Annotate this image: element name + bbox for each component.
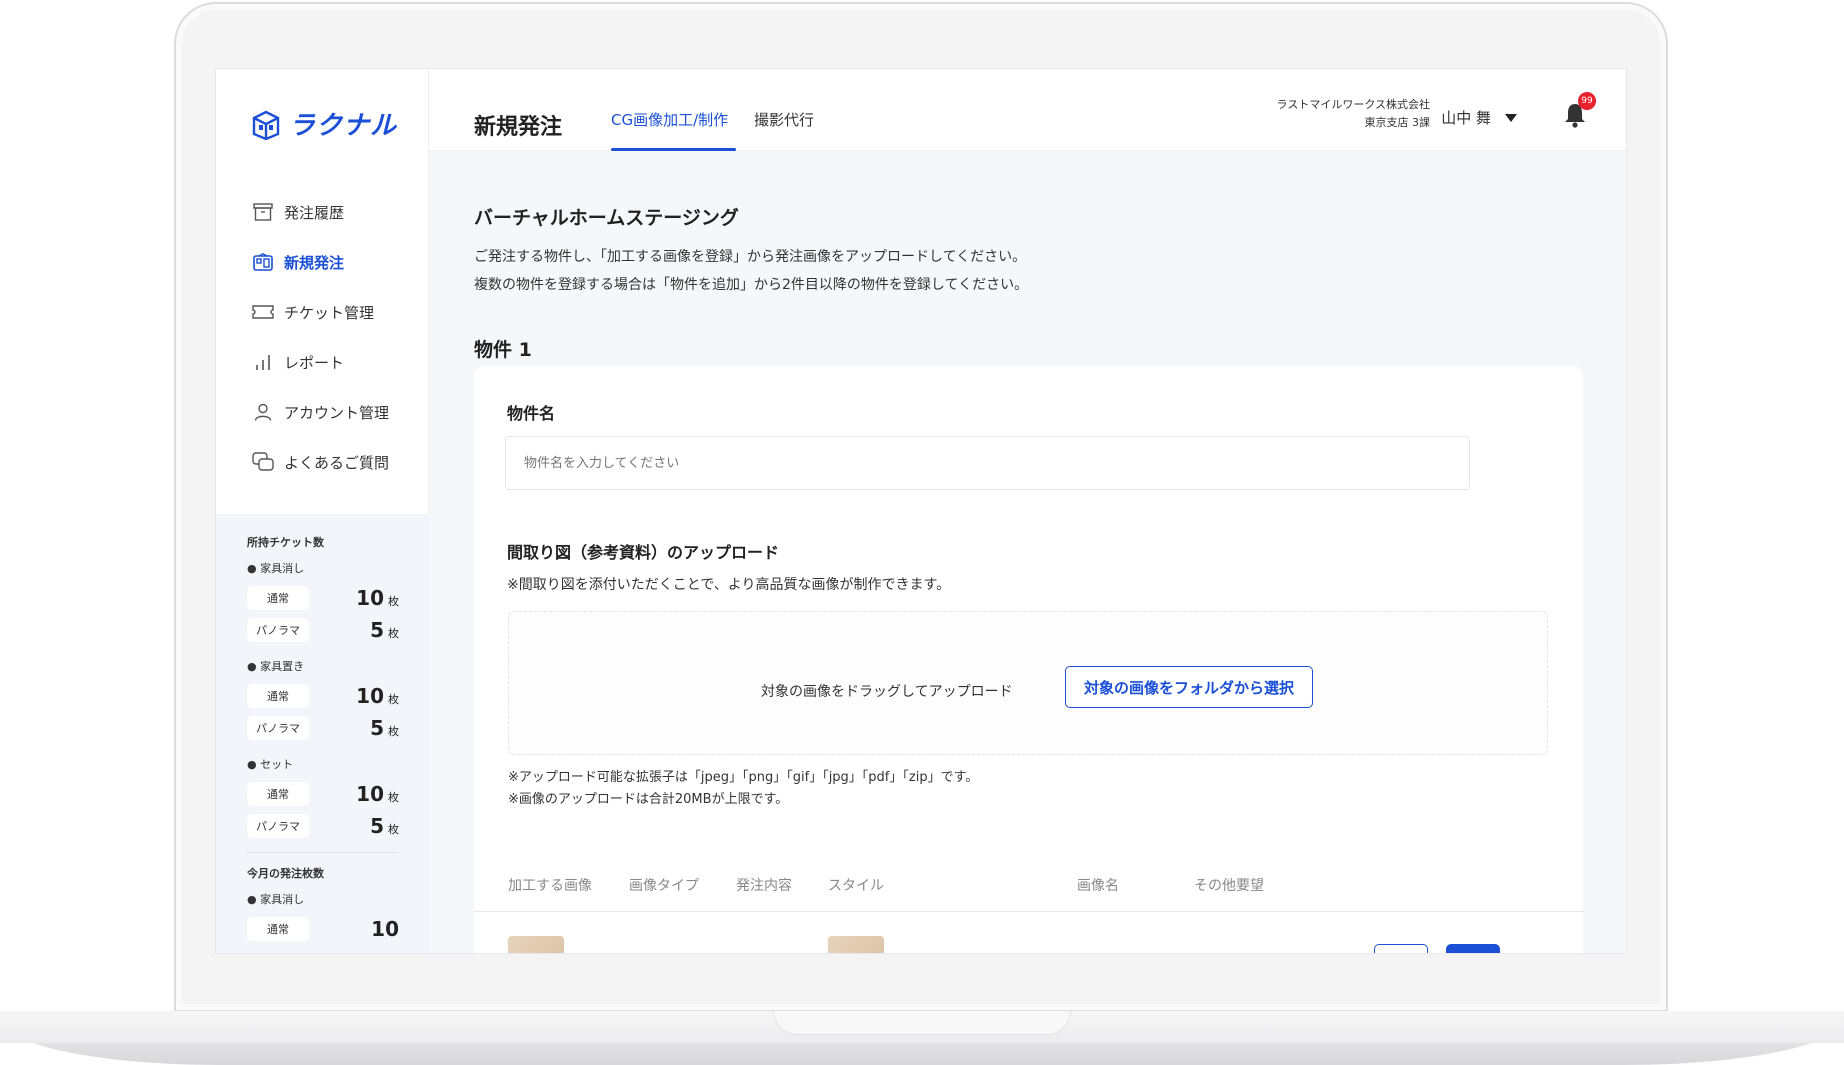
- property-name-input[interactable]: [505, 436, 1470, 490]
- box-logo-icon: [252, 110, 280, 140]
- sidebar-item-ticket-management[interactable]: チケット管理: [252, 287, 389, 337]
- caret-down-icon: [1505, 113, 1517, 122]
- building-icon: [252, 251, 274, 273]
- ticket-row: パノラマ 5枚: [247, 614, 399, 646]
- column-header-image-type: 画像タイプ: [629, 878, 699, 894]
- ticket-count: 5枚: [370, 814, 399, 838]
- row-secondary-button[interactable]: [1374, 944, 1428, 953]
- ticket-category: ● 家具置き: [247, 660, 305, 673]
- laptop-notch: [773, 1011, 1071, 1035]
- ticket-type-pill: 通常: [247, 917, 309, 941]
- ticket-count: 5枚: [370, 716, 399, 740]
- sidebar-item-account-management[interactable]: アカウント管理: [252, 387, 389, 437]
- branch-name: 東京支店 3課: [1364, 116, 1431, 129]
- ticket-type-pill: パノラマ: [247, 716, 309, 740]
- ticket-icon: [252, 301, 274, 323]
- image-thumbnail[interactable]: [508, 936, 564, 953]
- sidebar-item-label: 新規発注: [284, 253, 345, 272]
- property-title: 物件 1: [474, 339, 532, 361]
- ticket-row: 通常 10 枚: [247, 778, 399, 810]
- ticket-category: ● セット: [247, 758, 294, 771]
- column-header-order-content: 発注内容: [736, 878, 792, 894]
- style-thumbnail[interactable]: [828, 936, 884, 953]
- property-card: 物件名 間取り図（参考資料）のアップロード ※間取り図を添付いただくことで、より…: [474, 366, 1583, 953]
- sidebar-item-new-order[interactable]: 新規発注: [252, 237, 389, 287]
- archive-box-icon: [252, 201, 274, 223]
- ticket-row: 通常 10 枚: [247, 582, 399, 614]
- dropzone-text: 対象の画像をドラッグしてアップロード: [761, 684, 1013, 700]
- ticket-row: パノラマ 5枚: [247, 712, 399, 744]
- floorplan-note: ※間取り図を添付いただくことで、より高品質な画像が制作できます。: [507, 577, 951, 593]
- user-name: 山中 舞: [1441, 109, 1491, 127]
- ticket-row: 通常 10: [247, 913, 399, 945]
- sidebar-item-label: アカウント管理: [284, 403, 390, 422]
- ticket-type-pill: パノラマ: [247, 814, 309, 838]
- main-content: バーチャルホームステージング ご発注する物件し、「加工する画像を登録」から発注画…: [429, 151, 1626, 953]
- property-name-label: 物件名: [507, 404, 556, 423]
- logo-text: ラクナル: [289, 111, 398, 141]
- chat-bubbles-icon: [252, 451, 274, 473]
- description-line: 複数の物件を登録する場合は「物件を追加」から2件目以降の物件を登録してください。: [474, 277, 1029, 293]
- row-primary-button[interactable]: [1446, 944, 1500, 953]
- table-divider: [474, 911, 1583, 912]
- company-info: ラストマイルワークス株式会社 東京支店 3課: [1277, 96, 1430, 132]
- upload-dropzone[interactable]: 対象の画像をドラッグしてアップロード 対象の画像をフォルダから選択: [508, 611, 1548, 755]
- sidebar-item-label: 発注履歴: [284, 203, 345, 222]
- top-header: 新規発注 CG画像加工/制作 撮影代行 ラストマイルワークス株式会社 東京支店 …: [429, 69, 1626, 151]
- user-icon: [252, 401, 274, 423]
- ticket-type-pill: 通常: [247, 586, 309, 610]
- floorplan-upload-label: 間取り図（参考資料）のアップロード: [507, 543, 780, 562]
- section-title: バーチャルホームステージング: [474, 207, 739, 229]
- ticket-count: 10 枚: [356, 586, 399, 610]
- app-screen: ラクナル 発注履歴 新規発注 チケット管理 レポート アカウント管理 よくあるご…: [215, 68, 1627, 954]
- ticket-type-pill: パノラマ: [247, 618, 309, 642]
- size-limit-note: ※画像のアップロードは合計20MBが上限です。: [508, 792, 789, 807]
- column-header-other-requests: その他要望: [1194, 878, 1264, 894]
- description-line: ご発注する物件し、「加工する画像を登録」から発注画像をアップロードしてください。: [474, 249, 1027, 265]
- notification-badge: 99: [1578, 92, 1596, 110]
- ticket-count: 10 枚: [356, 684, 399, 708]
- column-header-image-name: 画像名: [1077, 878, 1119, 894]
- column-header-image: 加工する画像: [508, 878, 592, 894]
- sidebar: ラクナル 発注履歴 新規発注 チケット管理 レポート アカウント管理 よくあるご…: [216, 69, 429, 953]
- page-title: 新規発注: [474, 115, 563, 140]
- company-name: ラストマイルワークス株式会社: [1276, 98, 1430, 111]
- monthly-heading: 今月の発注枚数: [247, 867, 324, 880]
- logo[interactable]: ラクナル: [249, 105, 397, 142]
- ticket-category: ● 家具消し: [247, 562, 305, 575]
- sidebar-item-order-history[interactable]: 発注履歴: [252, 187, 389, 237]
- sidebar-item-report[interactable]: レポート: [252, 337, 389, 387]
- ticket-row: パノラマ 5枚: [247, 810, 399, 842]
- tab-photo-shooting[interactable]: 撮影代行: [754, 109, 814, 130]
- ticket-count: 10: [371, 917, 399, 941]
- description: ご発注する物件し、「加工する画像を登録」から発注画像をアップロードしてください。…: [474, 243, 1028, 299]
- ticket-row: 通常 10 枚: [247, 680, 399, 712]
- ticket-summary: 所持チケット数 ● 家具消し 通常 10 枚 パノラマ 5枚 ● 家具置き 通常 …: [216, 514, 429, 953]
- ticket-type-pill: 通常: [247, 684, 309, 708]
- ticket-count: 5枚: [370, 618, 399, 642]
- ticket-count: 10 枚: [356, 782, 399, 806]
- select-from-folder-button[interactable]: 対象の画像をフォルダから選択: [1065, 666, 1313, 708]
- ticket-type-pill: 通常: [247, 782, 309, 806]
- sidebar-item-label: レポート: [284, 353, 345, 372]
- upload-notes: ※アップロード可能な拡張子は「jpeg」「png」「gif」「jpg」「pdf」…: [508, 767, 978, 811]
- sidebar-nav: 発注履歴 新規発注 チケット管理 レポート アカウント管理 よくあるご質問: [252, 187, 389, 487]
- divider: [247, 852, 399, 853]
- sidebar-item-faq[interactable]: よくあるご質問: [252, 437, 389, 487]
- sidebar-item-label: よくあるご質問: [284, 453, 390, 472]
- tab-cg-editing[interactable]: CG画像加工/制作: [611, 109, 728, 130]
- sidebar-item-label: チケット管理: [284, 303, 375, 322]
- bar-chart-icon: [252, 351, 274, 373]
- user-menu[interactable]: 山中 舞: [1441, 107, 1517, 128]
- ticket-category: ● 家具消し: [247, 893, 305, 906]
- extension-note: ※アップロード可能な拡張子は「jpeg」「png」「gif」「jpg」「pdf」…: [508, 770, 979, 785]
- ticket-heading: 所持チケット数: [247, 536, 324, 549]
- column-header-style: スタイル: [828, 878, 884, 894]
